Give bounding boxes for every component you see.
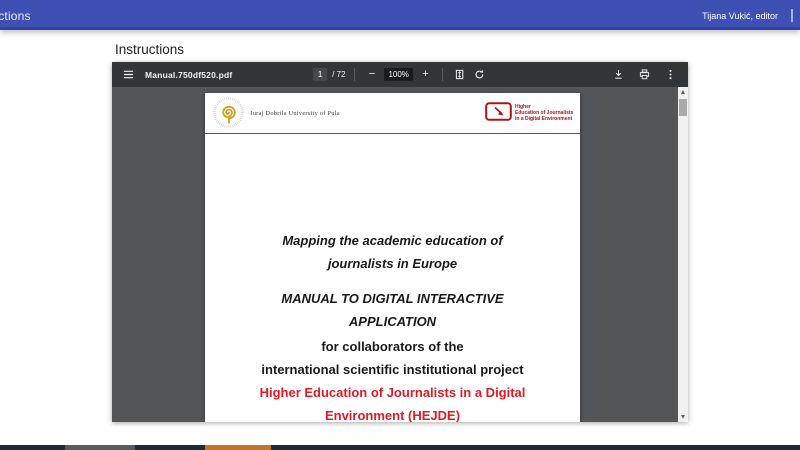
toolbar-right-group	[611, 67, 688, 82]
university-seal-icon	[213, 97, 244, 128]
document-project-name-line: Higher Education of Journalists in a Dig…	[205, 381, 580, 404]
document-project-name-line: Environment (HEJDE)	[205, 404, 580, 422]
sidebar-menu-button[interactable]	[121, 67, 136, 82]
print-button[interactable]	[637, 67, 652, 82]
download-icon	[613, 69, 624, 80]
triangle-down-icon	[681, 415, 685, 419]
project-logo-line: in a Digital Environment	[515, 116, 573, 122]
university-name: Juraj Dobrila University of Pula	[250, 110, 340, 117]
project-logo-text: Higher Education of Journalists in a Dig…	[515, 102, 573, 122]
document-title-line: journalists in Europe	[205, 252, 580, 275]
user-label: Tijana Vukić, editor	[702, 11, 778, 21]
scroll-down-button[interactable]	[678, 412, 688, 422]
document-body-line: for collaborators of the	[205, 335, 580, 358]
hamburger-icon	[123, 69, 134, 80]
pdf-scrollbar[interactable]	[678, 87, 688, 422]
bottom-strip-gray-segment	[65, 445, 135, 450]
toolbar-separator	[354, 68, 355, 81]
rotate-button[interactable]	[472, 67, 487, 82]
download-button[interactable]	[611, 67, 626, 82]
project-logo-icon	[485, 102, 512, 121]
rotate-icon	[474, 69, 485, 80]
scrollbar-thumb[interactable]	[679, 99, 687, 116]
scroll-up-button[interactable]	[678, 87, 688, 97]
triangle-up-icon	[681, 90, 685, 94]
print-icon	[639, 69, 650, 80]
fit-to-page-button[interactable]	[452, 67, 467, 82]
kebab-menu-icon	[665, 69, 676, 80]
more-options-button[interactable]	[663, 67, 678, 82]
page-title: Instructions	[115, 42, 184, 57]
app-header: Instructions Tijana Vukić, editor	[0, 0, 800, 30]
bottom-window-edge	[0, 445, 800, 450]
pdf-viewer: Manual.750df520.pdf 1 / 72 − 100% +	[112, 62, 688, 422]
page-total-label: / 72	[332, 70, 345, 79]
zoom-in-button[interactable]: +	[418, 67, 433, 82]
pdf-filename: Manual.750df520.pdf	[145, 70, 232, 80]
pdf-page: Juraj Dobrila University of Pula Higher …	[205, 93, 580, 422]
fit-to-page-icon	[454, 69, 465, 80]
document-subtitle-line: APPLICATION	[205, 310, 580, 333]
header-divider	[791, 9, 793, 22]
toolbar-separator	[442, 68, 443, 81]
bottom-strip-orange-segment	[205, 445, 271, 450]
document-body-line: international scientific institutional p…	[205, 358, 580, 381]
toolbar-center-group: 1 / 72 − 100% +	[313, 62, 487, 87]
pdf-content-area: Juraj Dobrila University of Pula Higher …	[112, 87, 688, 422]
document-subtitle-line: MANUAL TO DIGITAL INTERACTIVE	[205, 287, 580, 310]
zoom-level-display: 100%	[384, 68, 412, 81]
project-logo: Higher Education of Journalists in a Dig…	[485, 102, 573, 122]
document-header: Juraj Dobrila University of Pula Higher …	[205, 97, 580, 133]
document-title-line: Mapping the academic education of	[205, 229, 580, 252]
toolbar-left-group: Manual.750df520.pdf	[112, 67, 232, 82]
page-number-input[interactable]: 1	[313, 68, 327, 81]
zoom-out-button[interactable]: −	[364, 67, 379, 82]
document-header-rule	[205, 133, 580, 134]
document-body: Mapping the academic education of journa…	[205, 225, 580, 422]
pdf-toolbar: Manual.750df520.pdf 1 / 72 − 100% +	[112, 62, 688, 87]
nav-item-instructions[interactable]: Instructions	[0, 9, 31, 23]
